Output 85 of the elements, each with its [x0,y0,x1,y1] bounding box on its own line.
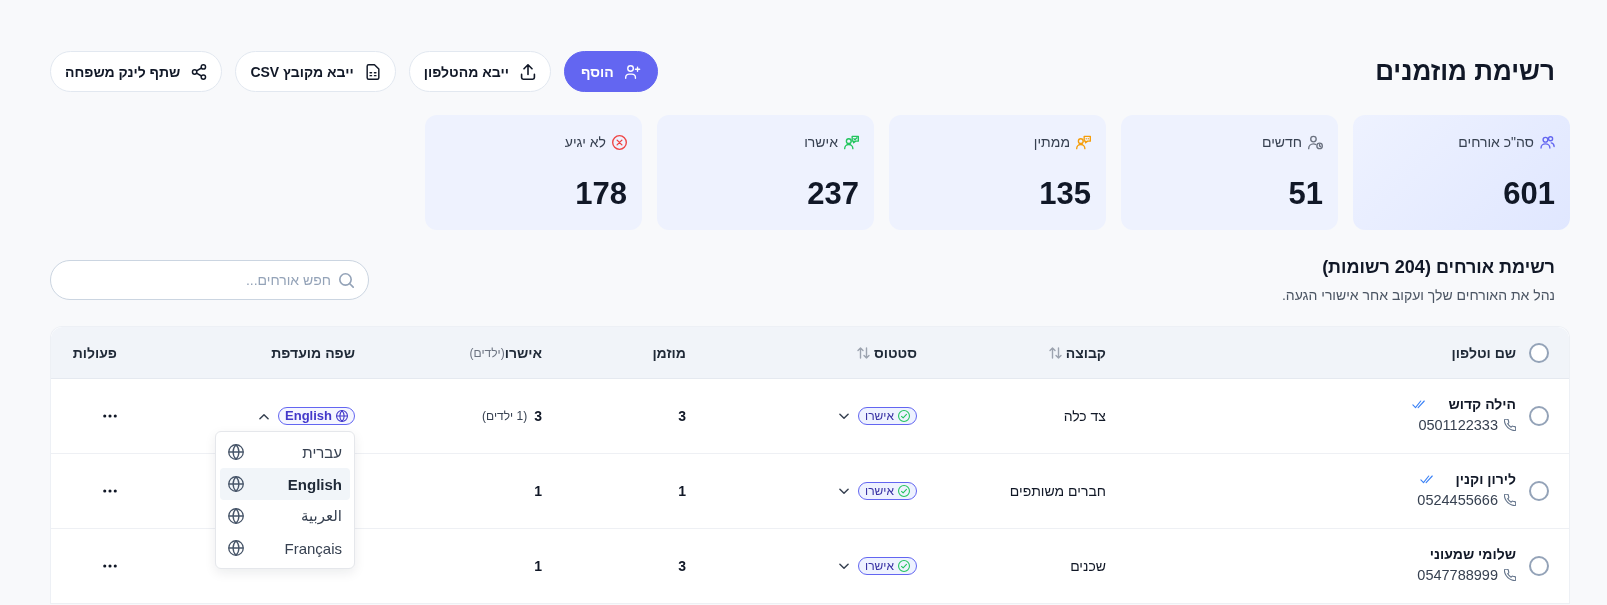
chevron-up-icon[interactable] [259,412,270,420]
stat-label: ממתין [1033,134,1070,150]
check-circle-icon [898,485,910,497]
globe-icon [228,444,244,460]
language-option[interactable]: English [220,468,350,500]
column-header: סטטוס [873,344,917,361]
row-actions-button[interactable] [103,414,117,418]
status-select[interactable]: אישרו [858,482,917,500]
column-header: מוזמן [652,344,686,361]
chevron-down-icon[interactable] [839,412,850,420]
column-header: שם וטלפון [1451,344,1516,361]
phone-number: 0501122333 [1418,417,1498,433]
users-icon [1540,134,1555,150]
invited-count: 3 [678,408,686,424]
phone-number: 0524455666 [1417,492,1498,508]
column-header: אישרו [504,344,542,361]
status-select[interactable]: אישרו [858,407,917,425]
column-header: פעולות [72,344,117,361]
stat-label: סה"כ אורחים [1458,134,1534,150]
language-option[interactable]: العربية [220,500,350,532]
globe-icon [228,476,244,492]
chevron-down-icon[interactable] [839,562,850,570]
stat-value: 237 [806,178,859,209]
stat-value: 51 [1287,178,1323,209]
language-option[interactable]: Français [220,532,350,564]
approved-count: 1 [534,483,542,499]
more-icon [103,564,117,568]
stat-value: 135 [1038,178,1091,209]
language-option[interactable]: עברית [220,436,350,468]
invited-count: 3 [678,558,686,574]
user-clock-icon [1308,134,1323,150]
guest-name: הילה קדוש [1448,396,1516,412]
chevron-down-icon[interactable] [839,487,850,495]
add-guest-button[interactable]: הוסף [563,51,658,92]
children-count: (1 ילדים) [482,409,528,423]
section-subtitle: נהל את האורחים שלך ועקוב אחר אישורי הגעה. [1281,286,1556,304]
row-actions-button[interactable] [103,489,117,493]
check-circle-icon [898,560,910,572]
check-circle-icon [898,410,910,422]
stat-value: 601 [1502,178,1555,209]
column-header: שפה מועדפת [271,344,355,361]
row-checkbox[interactable] [1529,481,1549,501]
row-checkbox[interactable] [1529,406,1549,426]
guest-name: שלומי שמעוני [1429,546,1516,562]
language-select[interactable]: English [278,407,355,425]
upload-icon [519,63,536,80]
share-icon [191,63,208,80]
column-header: קבוצה [1065,344,1106,361]
phone-icon [1504,419,1516,431]
more-icon [103,414,117,418]
stat-value: 178 [574,178,627,209]
import-csv-button[interactable]: ייבא מקובץ CSV [235,51,396,92]
share-link-button[interactable]: שתף לינק משפחה [50,51,223,92]
approved-count: 3 [534,408,542,424]
group-name: צד כלה [1063,408,1106,424]
more-icon [103,489,117,493]
globe-icon [228,540,244,556]
user-plus-icon [624,63,641,80]
stat-label: אישרו [804,134,838,150]
globe-icon [228,508,244,524]
spreadsheet-icon [364,63,381,80]
user-chat-icon [1076,134,1091,150]
row-actions-button[interactable] [103,564,117,568]
phone-icon [1504,569,1516,581]
close-circle-icon [612,134,627,150]
stat-label: לא יגיע [564,134,606,150]
status-select[interactable]: אישרו [858,557,917,575]
stat-label: חדשים [1261,134,1302,150]
user-chat-check-icon [844,134,859,150]
row-checkbox[interactable] [1529,556,1549,576]
invited-count: 1 [678,483,686,499]
import-contacts-button[interactable]: ייבא מהטלפון [408,51,551,92]
page-title: רשימת מוזמנים [1375,55,1556,88]
phone-number: 0547788999 [1417,567,1498,583]
globe-icon [336,410,348,422]
search-icon [339,272,354,288]
guest-name: לירון וקנין [1455,471,1516,487]
phone-icon [1504,494,1516,506]
approved-count: 1 [534,558,542,574]
group-name: חברים משותפים [1009,483,1106,499]
select-all-checkbox[interactable] [1529,342,1549,363]
section-title: רשימת אורחים (204 רשומות) [1321,256,1556,278]
search-field[interactable]: חפש אורחים... [50,260,369,300]
column-note: (ילדים) [469,345,505,360]
group-name: שכנים [1070,558,1106,574]
